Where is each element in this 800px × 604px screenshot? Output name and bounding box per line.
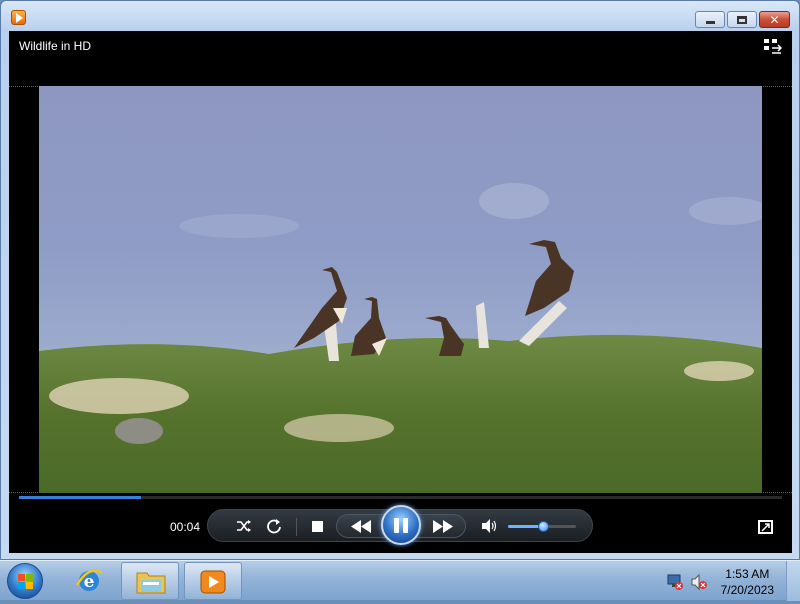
grass-hill bbox=[39, 334, 762, 493]
sand-patch bbox=[684, 361, 754, 381]
title-bar[interactable]: ✕ bbox=[1, 1, 799, 31]
close-icon: ✕ bbox=[769, 12, 780, 27]
close-button[interactable]: ✕ bbox=[759, 11, 790, 28]
fast-forward-icon[interactable] bbox=[433, 520, 453, 533]
taskbar: e 1:53 AM 7/20/2023 bbox=[0, 560, 800, 601]
shuffle-icon[interactable] bbox=[236, 518, 252, 534]
start-button[interactable] bbox=[7, 563, 43, 599]
windows-media-player-taskbar-button[interactable] bbox=[184, 562, 242, 600]
sand-patch bbox=[49, 378, 189, 414]
cloud bbox=[689, 197, 762, 225]
seek-progress bbox=[19, 496, 142, 499]
fullscreen-icon[interactable] bbox=[758, 520, 773, 534]
maximize-icon bbox=[737, 15, 747, 24]
video-scene bbox=[39, 183, 762, 493]
windows-logo-icon bbox=[18, 574, 33, 589]
media-player-window: ✕ Wildlife in HD 00:04 bbox=[0, 0, 800, 560]
maximize-button[interactable] bbox=[727, 11, 757, 28]
cloud bbox=[479, 183, 549, 219]
system-clock[interactable]: 1:53 AM 7/20/2023 bbox=[721, 566, 774, 598]
pause-icon bbox=[403, 518, 408, 533]
clock-time: 1:53 AM bbox=[725, 567, 770, 581]
cloud bbox=[179, 214, 299, 238]
volume-thumb[interactable] bbox=[538, 521, 550, 532]
pause-icon bbox=[394, 518, 399, 533]
rock bbox=[115, 418, 163, 444]
window-controls: ✕ bbox=[693, 11, 790, 28]
sand-patch bbox=[284, 414, 394, 442]
windows-explorer-taskbar-button[interactable] bbox=[121, 562, 179, 600]
minimize-icon bbox=[705, 21, 715, 24]
seek-bar[interactable] bbox=[19, 496, 782, 499]
video-title: Wildlife in HD bbox=[19, 39, 92, 53]
booby-bird bbox=[351, 297, 387, 356]
now-playing-area: Wildlife in HD 00:04 bbox=[9, 31, 792, 553]
speaker-muted-icon[interactable] bbox=[690, 573, 708, 591]
now-playing-header: Wildlife in HD bbox=[9, 31, 792, 86]
repeat-icon[interactable] bbox=[266, 518, 282, 534]
rewind-icon[interactable] bbox=[351, 520, 371, 533]
show-desktop-button[interactable] bbox=[786, 561, 800, 601]
booby-bird bbox=[294, 267, 347, 348]
windows-explorer-icon bbox=[136, 572, 166, 594]
windows-media-player-icon bbox=[200, 570, 226, 594]
minimize-button[interactable] bbox=[695, 11, 725, 28]
stop-icon[interactable] bbox=[312, 521, 323, 532]
internet-explorer-icon[interactable]: e bbox=[75, 567, 103, 595]
volume-icon[interactable] bbox=[482, 519, 498, 533]
clock-date: 7/20/2023 bbox=[720, 583, 774, 597]
divider bbox=[296, 518, 297, 536]
network-icon[interactable] bbox=[666, 573, 684, 591]
video-frame[interactable] bbox=[39, 86, 762, 493]
elapsed-time: 00:04 bbox=[170, 520, 201, 534]
booby-bird bbox=[525, 240, 574, 316]
switch-to-library-icon[interactable] bbox=[764, 39, 782, 55]
pause-button[interactable] bbox=[381, 505, 421, 545]
media-player-app-icon[interactable] bbox=[11, 10, 26, 25]
volume-slider[interactable] bbox=[508, 521, 576, 532]
